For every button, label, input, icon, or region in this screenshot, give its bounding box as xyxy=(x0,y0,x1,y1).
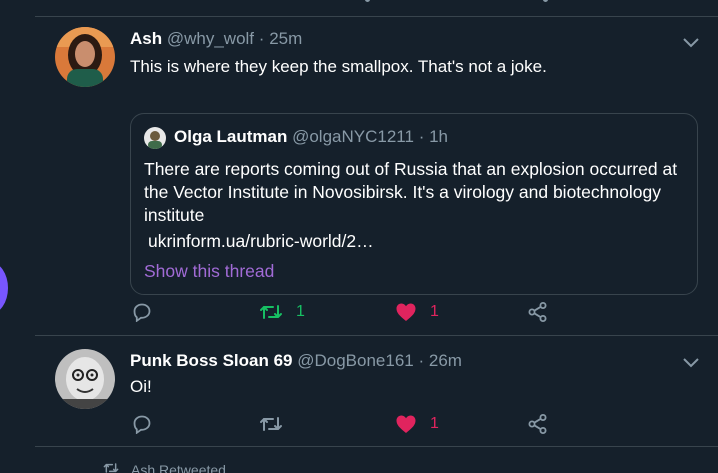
action-icon-fragment xyxy=(365,0,370,2)
retweeted-label[interactable]: Ash Retweeted xyxy=(131,462,226,473)
reply-icon xyxy=(132,302,152,322)
timeline: Ash @why_wolf · 25m This is where they k… xyxy=(35,0,718,473)
separator-dot: · xyxy=(418,127,425,146)
share-button[interactable] xyxy=(527,301,549,323)
tweet-text: This is where they keep the smallpox. Th… xyxy=(130,57,547,76)
author-name[interactable]: Punk Boss Sloan 69 xyxy=(130,351,293,370)
avatar[interactable] xyxy=(55,349,115,409)
previous-tweet-fragment xyxy=(35,0,718,17)
like-button[interactable]: 1 xyxy=(395,414,439,434)
timestamp[interactable]: 25m xyxy=(269,29,302,48)
retweet-button[interactable]: 1 xyxy=(259,302,305,322)
author-handle[interactable]: @why_wolf xyxy=(167,29,254,48)
tweet[interactable]: Ash @why_wolf · 25m This is where they k… xyxy=(35,16,718,336)
author-handle[interactable]: @DogBone161 xyxy=(297,351,414,370)
reply-icon xyxy=(132,414,152,434)
heart-icon xyxy=(395,414,417,434)
tweet-header: Ash @why_wolf · 25m xyxy=(130,28,302,50)
like-button[interactable]: 1 xyxy=(395,302,439,322)
side-avatar-fragment xyxy=(0,262,8,314)
share-button[interactable] xyxy=(527,413,549,435)
avatar[interactable] xyxy=(55,27,115,87)
retweet-count: 1 xyxy=(296,303,305,320)
author-name[interactable]: Ash xyxy=(130,29,162,48)
show-thread-link[interactable]: Show this thread xyxy=(144,260,274,283)
heart-icon xyxy=(395,302,417,322)
like-count: 1 xyxy=(430,303,439,320)
quoted-author-handle: @olgaNYC1211 xyxy=(292,127,414,146)
retweeted-indicator: Ash Retweeted xyxy=(103,461,226,473)
chevron-down-icon[interactable] xyxy=(682,35,700,49)
quoted-tweet[interactable]: Olga Lautman @olgaNYC1211 · 1h There are… xyxy=(130,113,698,295)
tweet-text: Oi! xyxy=(130,377,152,396)
timestamp[interactable]: 26m xyxy=(429,351,462,370)
share-icon xyxy=(527,301,549,323)
retweet-icon xyxy=(259,302,283,322)
share-icon xyxy=(527,413,549,435)
chevron-down-icon[interactable] xyxy=(682,355,700,369)
reply-button[interactable] xyxy=(132,414,152,434)
tweet-header: Punk Boss Sloan 69 @DogBone161 · 26m xyxy=(130,350,462,372)
quoted-link[interactable]: ukrinform.ua/rubric-world/2… xyxy=(148,230,374,253)
like-count: 1 xyxy=(430,415,439,432)
separator-dot: · xyxy=(258,29,265,48)
retweet-icon xyxy=(103,461,131,473)
quoted-avatar xyxy=(144,127,166,149)
retweet-icon xyxy=(259,414,283,434)
quoted-header: Olga Lautman @olgaNYC1211 · 1h xyxy=(174,126,448,148)
separator-dot: · xyxy=(418,351,425,370)
retweet-button[interactable] xyxy=(259,414,283,434)
action-icon-fragment xyxy=(543,0,548,2)
reply-button[interactable] xyxy=(132,302,152,322)
quoted-timestamp: 1h xyxy=(429,127,449,146)
tweet[interactable]: Punk Boss Sloan 69 @DogBone161 · 26m Oi!… xyxy=(35,336,718,447)
quoted-text: There are reports coming out of Russia t… xyxy=(144,159,678,225)
quoted-author-name: Olga Lautman xyxy=(174,127,288,146)
